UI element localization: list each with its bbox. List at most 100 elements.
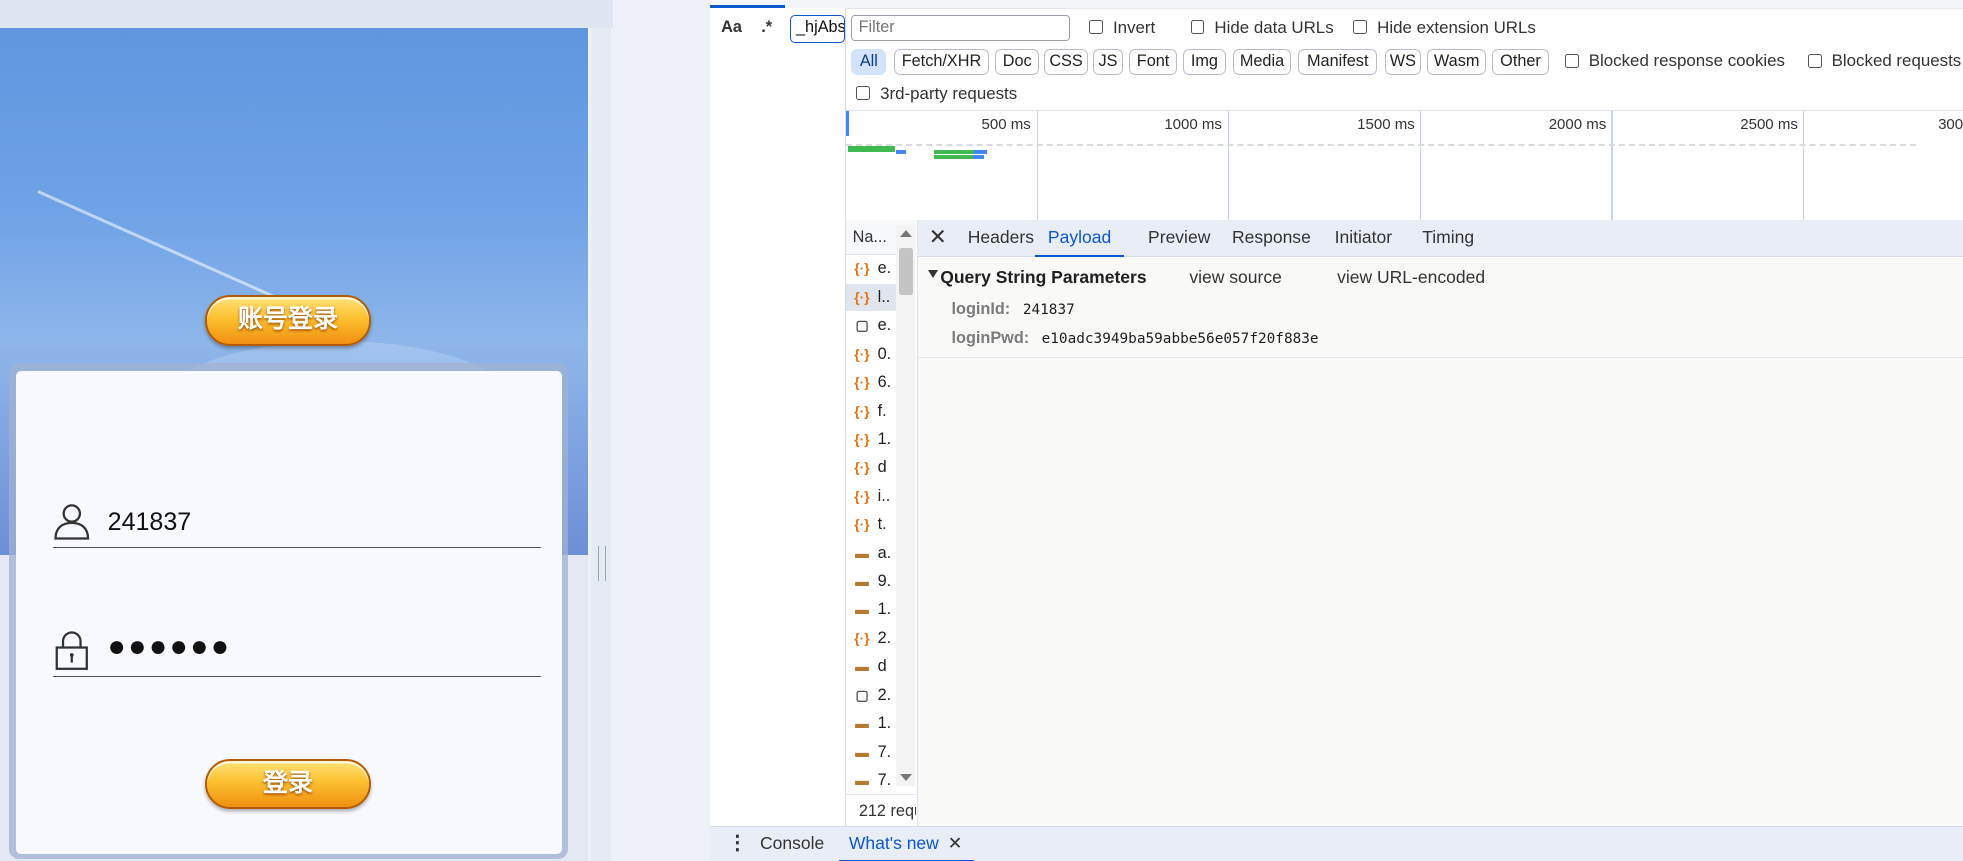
username-value[interactable]: 241837 [108, 508, 192, 537]
request-name[interactable]: e. [878, 259, 892, 277]
request-row[interactable]: ▢ 2. [846, 682, 896, 710]
request-name[interactable]: 2. [878, 686, 892, 704]
view-source-link[interactable]: view source [1189, 267, 1281, 288]
panel-resize-handle[interactable] [598, 545, 606, 581]
request-row[interactable]: {·} 1. [846, 426, 896, 454]
request-row[interactable]: ▢ e. [846, 312, 896, 340]
request-name[interactable]: 0. [878, 345, 892, 363]
expand-triangle-icon[interactable] [927, 270, 938, 279]
tab-payload[interactable]: Payload [1035, 220, 1124, 257]
filter-input[interactable]: Filter [851, 15, 1071, 42]
filter-chip-font[interactable]: Font [1129, 48, 1177, 76]
match-case-button[interactable]: Aa [721, 18, 742, 37]
tab-timing[interactable]: Timing [1422, 220, 1474, 256]
user-icon [53, 504, 89, 540]
param-key-login-pwd: loginPwd: [951, 329, 1030, 348]
checkbox-box[interactable] [1353, 20, 1368, 34]
request-name[interactable]: t. [878, 515, 887, 533]
request-name[interactable]: 9. [878, 572, 892, 590]
request-name[interactable]: 6. [878, 373, 892, 391]
checkbox-box[interactable] [1564, 53, 1579, 68]
request-name[interactable]: e. [878, 316, 892, 334]
request-name[interactable]: a. [878, 544, 892, 562]
view-url-encoded-link[interactable]: view URL-encoded [1337, 267, 1485, 288]
checkbox-box[interactable] [856, 86, 871, 101]
hide-data-urls-checkbox[interactable]: Hide data URLs [1190, 18, 1334, 38]
tab-preview[interactable]: Preview [1148, 220, 1210, 256]
close-whats-new-icon[interactable]: ✕ [948, 827, 963, 861]
request-name[interactable]: 2. [878, 629, 892, 647]
password-field[interactable]: ●●●●●● [52, 627, 541, 678]
request-name[interactable]: 1. [878, 600, 892, 618]
request-row[interactable]: ▬ 1. [846, 596, 896, 624]
scroll-thumb[interactable] [898, 247, 913, 296]
timeline-cursor[interactable] [846, 111, 849, 137]
request-name[interactable]: d [878, 657, 887, 675]
filter-chip-wasm[interactable]: Wasm [1427, 48, 1487, 76]
invert-checkbox[interactable]: Invert [1089, 18, 1155, 38]
drawer-menu-icon[interactable]: ⋮ [727, 827, 747, 861]
filter-chip-media[interactable]: Media [1233, 48, 1291, 76]
xhr-icon: {·} [854, 346, 870, 362]
query-string-section-title[interactable]: Query String Parameters [940, 267, 1146, 288]
checkbox-box[interactable] [1089, 20, 1103, 34]
third-party-checkbox[interactable]: 3rd-party requests [856, 84, 1017, 104]
request-name[interactable]: d [878, 458, 887, 476]
filter-chip-other[interactable]: Other [1492, 48, 1549, 76]
request-name[interactable]: 7. [878, 743, 892, 761]
request-row[interactable]: {·} i.. [846, 483, 896, 511]
filter-chip-all[interactable]: All [851, 48, 887, 76]
login-button[interactable]: 登录 [205, 758, 371, 809]
password-value[interactable]: ●●●●●● [108, 630, 232, 664]
app-scrollbar[interactable] [588, 27, 614, 861]
app-scrollbar-track[interactable] [590, 27, 611, 861]
tab-response[interactable]: Response [1232, 220, 1311, 256]
request-row[interactable]: {·} 0. [846, 341, 896, 369]
tab-initiator[interactable]: Initiator [1335, 220, 1392, 256]
blocked-requests-checkbox[interactable]: Blocked requests [1807, 51, 1961, 71]
filter-chip-js[interactable]: JS [1092, 48, 1124, 76]
filter-chip-fetch-xhr[interactable]: Fetch/XHR [893, 48, 990, 76]
request-row[interactable]: ▬ 9. [846, 568, 896, 596]
request-name[interactable]: f. [878, 402, 887, 420]
scroll-down-icon[interactable] [900, 774, 913, 781]
request-row[interactable]: {·} l.. [846, 283, 897, 312]
image-icon: ▬ [855, 772, 869, 788]
request-row[interactable]: ▬ a. [846, 540, 896, 568]
filter-chip-css[interactable]: CSS [1044, 48, 1088, 76]
request-name[interactable]: i.. [878, 487, 891, 505]
request-row[interactable]: {·} 6. [846, 369, 896, 397]
request-list-scrollbar[interactable] [896, 225, 916, 787]
request-name[interactable]: 1. [878, 430, 892, 448]
filter-chip-manifest[interactable]: Manifest [1298, 48, 1378, 76]
account-login-tab-button[interactable]: 账号登录 [205, 295, 371, 346]
request-row[interactable]: ▬ 7. [846, 739, 896, 767]
filter-chip-doc[interactable]: Doc [995, 48, 1040, 76]
request-name[interactable]: l.. [878, 288, 891, 306]
regex-button[interactable]: .* [761, 18, 772, 37]
request-row[interactable]: {·} 2. [846, 625, 896, 653]
filter-chip-img[interactable]: Img [1183, 48, 1226, 76]
close-icon[interactable]: ✕ [925, 225, 950, 250]
tab-headers[interactable]: Headers [968, 220, 1034, 256]
request-row[interactable]: ▬ 7. [846, 767, 896, 795]
username-field[interactable]: 241837 [52, 498, 541, 549]
checkbox-box[interactable] [1190, 20, 1205, 34]
filter-chip-ws[interactable]: WS [1384, 48, 1421, 76]
hide-extension-urls-checkbox[interactable]: Hide extension URLs [1353, 18, 1536, 38]
request-row[interactable]: {·} d [846, 454, 896, 482]
checkbox-box[interactable] [1807, 53, 1822, 68]
search-input[interactable]: _hjAbs [790, 15, 846, 43]
request-row[interactable]: ▬ d [846, 653, 896, 681]
request-row[interactable]: {·} t. [846, 511, 896, 539]
request-row[interactable]: ▬ 1. [846, 710, 896, 738]
request-row[interactable]: {·} e. [846, 255, 896, 283]
tab-console[interactable]: Console [760, 827, 824, 861]
whats-new-label[interactable]: What's new [849, 833, 939, 853]
request-row[interactable]: {·} f. [846, 398, 896, 426]
request-name[interactable]: 7. [878, 771, 892, 789]
network-overview-timeline[interactable]: 500 ms 1000 ms 1500 ms 2000 ms 2500 ms 3… [846, 110, 1963, 221]
request-name[interactable]: 1. [878, 714, 892, 732]
scroll-up-icon[interactable] [900, 230, 913, 238]
blocked-response-cookies-checkbox[interactable]: Blocked response cookies [1564, 51, 1785, 71]
